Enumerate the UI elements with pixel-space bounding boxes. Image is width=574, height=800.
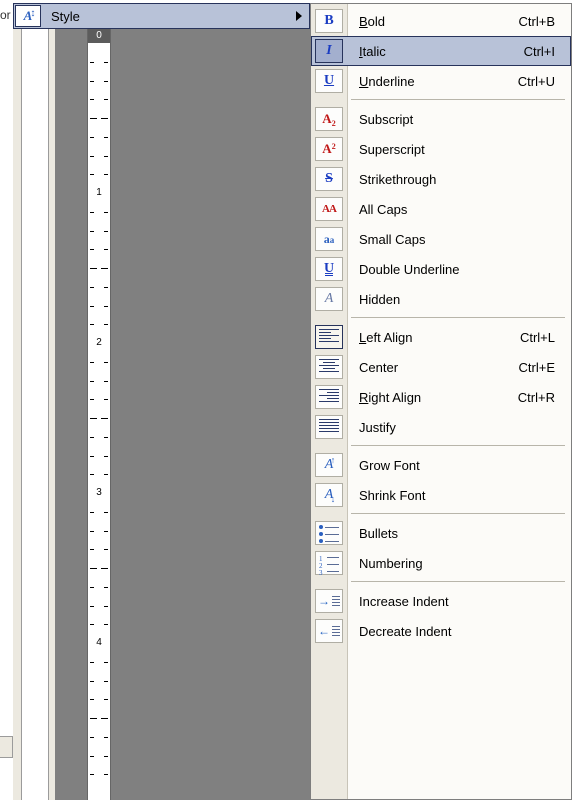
increase-indent-icon: →: [315, 589, 343, 613]
hidden-icon: A: [315, 287, 343, 311]
menu-item-label: Italic: [359, 44, 524, 59]
menu-item-label: Grow Font: [359, 458, 571, 473]
grow-font-icon: A: [315, 453, 343, 477]
menu-item-label: Shrink Font: [359, 488, 571, 503]
menu-item-strike[interactable]: S Strikethrough: [311, 164, 571, 194]
menu-item-leftalign[interactable]: Left AlignCtrl+L: [311, 322, 571, 352]
menu-item-shortcut: Ctrl+L: [520, 330, 555, 345]
menu-item-growfont[interactable]: A Grow Font: [311, 450, 571, 480]
menu-item-dblunderline[interactable]: U Double Underline: [311, 254, 571, 284]
menu-item-shortcut: Ctrl+B: [519, 14, 555, 29]
menu-item-label: Double Underline: [359, 262, 571, 277]
menu-item-label: Increase Indent: [359, 594, 571, 609]
menu-item-hidden[interactable]: A Hidden: [311, 284, 571, 314]
menu-item-incindent[interactable]: → Increase Indent: [311, 586, 571, 616]
menu-item-label: Strikethrough: [359, 172, 571, 187]
menu-item-underline[interactable]: U UnderlineCtrl+U: [311, 66, 571, 96]
menu-item-label: Underline: [359, 74, 518, 89]
menu-item-center[interactable]: CenterCtrl+E: [311, 352, 571, 382]
menu-item-label: Decreate Indent: [359, 624, 571, 639]
superscript-icon: A2: [315, 137, 343, 161]
menu-item-label: Justify: [359, 420, 571, 435]
menu-item-style-label: Style: [51, 9, 296, 24]
subscript-icon: A2: [315, 107, 343, 131]
ruler-label: 4: [88, 637, 110, 648]
align-left-icon: [315, 325, 343, 349]
menu-item-shortcut: Ctrl+I: [524, 44, 555, 59]
italic-icon: I: [315, 39, 343, 63]
style-submenu: B BoldCtrl+B I ItalicCtrl+I U UnderlineCtrl+U…: [310, 3, 572, 800]
menu-item-numbering[interactable]: 123 Numbering: [311, 548, 571, 578]
menu-item-shortcut: Ctrl+U: [518, 74, 555, 89]
menu-item-label: Left Align: [359, 330, 520, 345]
menu-item-shrinkfont[interactable]: A Shrink Font: [311, 480, 571, 510]
numbering-icon: 123: [315, 551, 343, 575]
truncated-text-left: or: [0, 8, 11, 22]
vertical-ruler: 0 1 2 3 4: [87, 29, 111, 800]
menu-item-rightalign[interactable]: Right AlignCtrl+R: [311, 382, 571, 412]
menu-item-allcaps[interactable]: AA All Caps: [311, 194, 571, 224]
bullets-icon: [315, 521, 343, 545]
style-icon: A: [15, 5, 41, 27]
bold-icon: B: [315, 9, 343, 33]
menu-item-bullets[interactable]: Bullets: [311, 518, 571, 548]
menu-item-label: Bullets: [359, 526, 571, 541]
window-left-strip: [13, 29, 56, 800]
menu-separator: [311, 442, 571, 450]
menu-item-label: Bold: [359, 14, 519, 29]
ruler-origin: 0: [88, 29, 110, 43]
menu-item-label: Small Caps: [359, 232, 571, 247]
ruler-label: 2: [88, 337, 110, 348]
ruler-label: 3: [88, 487, 110, 498]
submenu-arrow-icon: [296, 11, 302, 21]
shrink-font-icon: A: [315, 483, 343, 507]
menu-item-label: Hidden: [359, 292, 571, 307]
menu-item-label: Center: [359, 360, 519, 375]
menu-separator: [311, 510, 571, 518]
menu-item-style[interactable]: A Style: [13, 3, 310, 29]
decrease-indent-icon: ←: [315, 619, 343, 643]
all-caps-icon: AA: [315, 197, 343, 221]
menu-separator: [311, 96, 571, 104]
double-underline-icon: U: [315, 257, 343, 281]
menu-separator: [311, 578, 571, 586]
menu-item-italic[interactable]: I ItalicCtrl+I: [311, 36, 571, 66]
align-justify-icon: [315, 415, 343, 439]
document-background: 0 1 2 3 4: [55, 29, 310, 800]
underline-icon: U: [315, 69, 343, 93]
menu-item-decindent[interactable]: ← Decreate Indent: [311, 616, 571, 646]
align-center-icon: [315, 355, 343, 379]
menu-item-shortcut: Ctrl+R: [518, 390, 555, 405]
menu-item-label: Numbering: [359, 556, 571, 571]
align-right-icon: [315, 385, 343, 409]
menu-item-label: All Caps: [359, 202, 571, 217]
menu-item-smallcaps[interactable]: aa Small Caps: [311, 224, 571, 254]
menu-item-justify[interactable]: Justify: [311, 412, 571, 442]
menu-item-subscript[interactable]: A2 Subscript: [311, 104, 571, 134]
screenshot-root: or A Style 0 1234 BBoldCtrl+BIItalicCtrl…: [0, 0, 574, 800]
menu-separator: [311, 314, 571, 322]
menu-item-label: Subscript: [359, 112, 571, 127]
strikethrough-icon: S: [315, 167, 343, 191]
menu-item-bold[interactable]: B BoldCtrl+B: [311, 6, 571, 36]
menu-item-shortcut: Ctrl+E: [519, 360, 555, 375]
ruler-label: 1: [88, 187, 110, 198]
menu-item-label: Right Align: [359, 390, 518, 405]
truncated-panel: [0, 736, 13, 758]
small-caps-icon: aa: [315, 227, 343, 251]
menu-item-superscript[interactable]: A2 Superscript: [311, 134, 571, 164]
menu-item-label: Superscript: [359, 142, 571, 157]
